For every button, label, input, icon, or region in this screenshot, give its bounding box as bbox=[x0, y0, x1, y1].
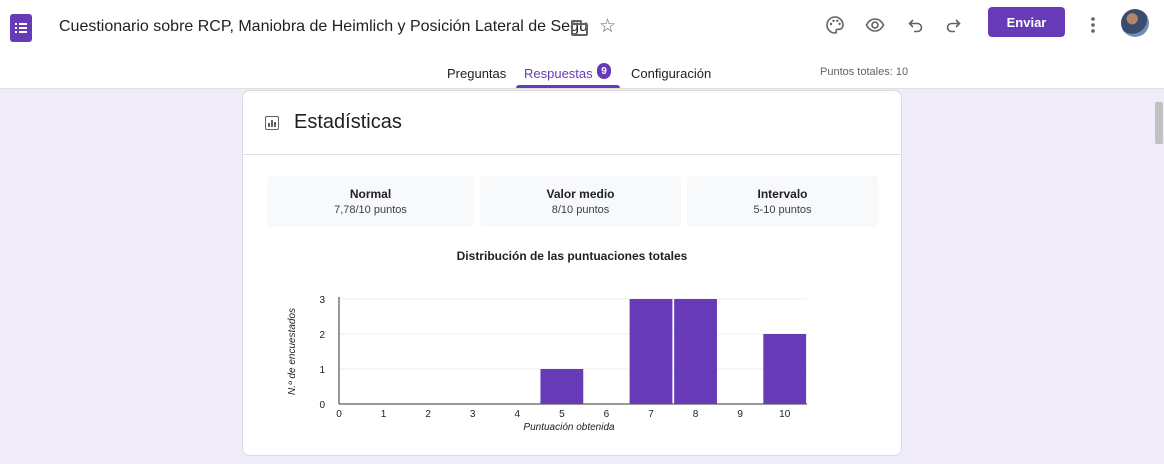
bar-10 bbox=[763, 334, 807, 404]
undo-icon[interactable] bbox=[903, 12, 929, 38]
x-tick-label: 6 bbox=[604, 409, 610, 420]
bar-7 bbox=[629, 299, 673, 404]
palette-icon[interactable] bbox=[822, 12, 848, 38]
top-bar: Cuestionario sobre RCP, Maniobra de Heim… bbox=[0, 0, 1164, 52]
scrollbar[interactable] bbox=[1155, 102, 1163, 144]
y-tick-label: 0 bbox=[319, 400, 325, 411]
x-tick-label: 0 bbox=[336, 409, 342, 420]
total-points: Puntos totales: 10 bbox=[820, 66, 909, 78]
y-tick-label: 1 bbox=[319, 365, 325, 376]
star-icon[interactable]: ☆ bbox=[599, 17, 616, 36]
bar-5 bbox=[540, 369, 584, 404]
tab-respuestas[interactable]: Respuestas bbox=[524, 66, 593, 81]
bar-8 bbox=[674, 299, 717, 404]
more-vert-icon[interactable] bbox=[1080, 12, 1106, 38]
statistics-card: Estadísticas Normal 7,78/10 puntos Valor… bbox=[242, 90, 902, 456]
score-distribution-chart: 0 1 2 3 0 1 2 3 4 5 6 7 8 9 10 Puntuación obtenida N.º d… bbox=[287, 295, 807, 433]
x-axis-title: Puntuación obtenida bbox=[523, 422, 615, 433]
x-tick-label: 8 bbox=[693, 409, 699, 420]
y-tick-label: 2 bbox=[319, 330, 325, 341]
tab-configuracion[interactable]: Configuración bbox=[631, 66, 711, 81]
x-tick-label: 3 bbox=[470, 409, 476, 420]
y-axis-title: N.º de encuestados bbox=[287, 308, 298, 395]
x-tick-label: 1 bbox=[381, 409, 387, 420]
x-tick-label: 2 bbox=[425, 409, 431, 420]
avatar[interactable] bbox=[1121, 9, 1149, 37]
folder-icon[interactable] bbox=[571, 20, 588, 36]
send-button[interactable]: Enviar bbox=[988, 7, 1065, 37]
form-title[interactable]: Cuestionario sobre RCP, Maniobra de Heim… bbox=[59, 18, 588, 36]
x-tick-label: 9 bbox=[737, 409, 743, 420]
redo-icon[interactable] bbox=[940, 12, 966, 38]
forms-logo-icon[interactable] bbox=[10, 14, 32, 42]
tab-preguntas[interactable]: Preguntas bbox=[447, 66, 506, 81]
eye-icon[interactable] bbox=[862, 12, 888, 38]
x-tick-label: 4 bbox=[515, 409, 521, 420]
x-tick-label: 7 bbox=[648, 409, 654, 420]
responses-count-badge: 9 bbox=[597, 63, 611, 79]
x-tick-label: 5 bbox=[559, 409, 565, 420]
tab-bar: Preguntas Respuestas Configuración bbox=[0, 52, 1164, 88]
y-tick-label: 3 bbox=[319, 295, 325, 306]
x-tick-label: 10 bbox=[779, 409, 791, 420]
